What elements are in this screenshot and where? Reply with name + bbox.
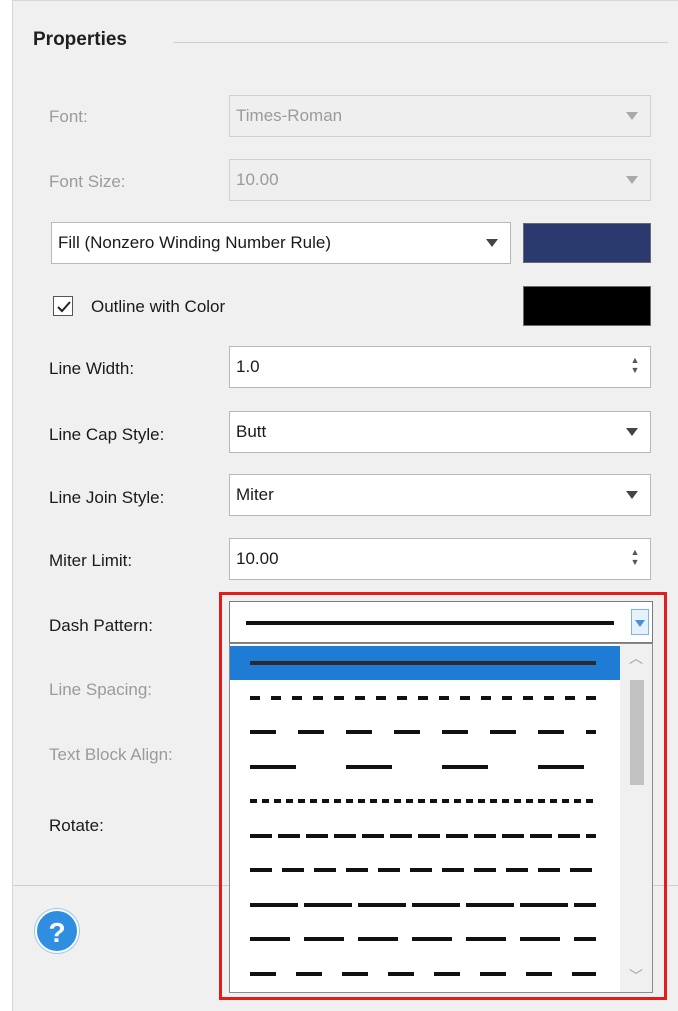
dash-pattern-select[interactable] — [229, 601, 653, 643]
dash-line — [250, 937, 596, 941]
dash-line — [250, 799, 596, 803]
dash-pattern-option[interactable] — [230, 922, 620, 956]
font-value: Times-Roman — [236, 106, 343, 125]
help-icon[interactable]: ? — [35, 909, 79, 953]
spinner-icon[interactable]: ▲ ▼ — [630, 547, 640, 571]
miter-limit-input[interactable]: 10.00 ▲ ▼ — [229, 538, 651, 580]
chevron-down-icon — [626, 176, 638, 184]
dash-line — [250, 833, 596, 838]
chevron-down-icon — [626, 428, 638, 436]
font-size-value: 10.00 — [236, 170, 279, 189]
line-width-label: Line Width: — [49, 359, 135, 378]
outline-label: Outline with Color — [91, 297, 226, 316]
scroll-down-icon[interactable]: ﹀ — [628, 969, 644, 983]
outline-checkbox[interactable] — [53, 296, 73, 316]
font-size-label: Font Size: — [49, 172, 126, 191]
dash-pattern-option[interactable] — [230, 784, 620, 818]
dash-line — [250, 764, 596, 769]
miter-limit-value: 10.00 — [236, 549, 279, 568]
text-block-align-label: Text Block Align: — [49, 745, 173, 764]
fill-rule-select[interactable]: Fill (Nonzero Winding Number Rule) — [51, 222, 511, 264]
spinner-icon[interactable]: ▲ ▼ — [630, 355, 640, 379]
font-label: Font: — [49, 107, 88, 126]
dropdown-button[interactable] — [631, 609, 649, 635]
fill-rule-value: Fill (Nonzero Winding Number Rule) — [58, 233, 332, 252]
chevron-down-icon — [486, 239, 498, 247]
dash-pattern-option[interactable] — [230, 819, 620, 853]
dash-line — [250, 730, 596, 734]
dash-line — [250, 661, 596, 665]
fill-color-swatch[interactable] — [523, 223, 651, 263]
scrollbar-thumb[interactable] — [630, 680, 644, 785]
dash-line — [250, 902, 596, 907]
line-join-select[interactable]: Miter — [229, 474, 651, 516]
dash-pattern-option[interactable] — [230, 750, 620, 784]
line-join-value: Miter — [236, 485, 274, 504]
font-size-select[interactable]: 10.00 — [229, 159, 651, 201]
line-width-value: 1.0 — [236, 357, 260, 376]
outline-color-swatch[interactable] — [523, 286, 651, 326]
line-cap-label: Line Cap Style: — [49, 425, 165, 444]
group-title: Properties — [33, 29, 127, 50]
dash-pattern-option[interactable] — [230, 888, 620, 922]
checkmark-icon — [57, 301, 71, 313]
line-cap-value: Butt — [236, 422, 267, 441]
line-cap-select[interactable]: Butt — [229, 411, 651, 453]
chevron-down-icon — [626, 491, 638, 499]
dash-line — [250, 868, 596, 872]
dash-pattern-option[interactable] — [230, 853, 620, 887]
scroll-up-icon[interactable]: ︿ — [628, 651, 644, 665]
dash-pattern-current — [246, 621, 614, 625]
line-width-input[interactable]: 1.0 ▲ ▼ — [229, 346, 651, 388]
font-select[interactable]: Times-Roman — [229, 95, 651, 137]
dash-pattern-option[interactable] — [230, 681, 620, 715]
dash-pattern-option[interactable] — [230, 957, 620, 991]
group-divider — [173, 42, 668, 43]
dash-pattern-option[interactable] — [230, 646, 620, 680]
properties-panel: Properties Font: Times-Roman Font Size: … — [12, 0, 678, 1011]
miter-limit-label: Miter Limit: — [49, 551, 133, 570]
dash-line — [250, 971, 596, 976]
dash-line — [250, 695, 596, 700]
dash-pattern-option[interactable] — [230, 715, 620, 749]
scrollbar[interactable]: ︿ ﹀ — [620, 644, 652, 992]
chevron-down-icon — [626, 112, 638, 120]
rotate-label: Rotate: — [49, 816, 104, 835]
dash-pattern-label: Dash Pattern: — [49, 616, 153, 635]
line-spacing-label: Line Spacing: — [49, 680, 153, 699]
chevron-down-icon — [635, 620, 645, 627]
line-join-label: Line Join Style: — [49, 488, 165, 507]
dash-pattern-list[interactable]: ︿ ﹀ — [229, 643, 653, 993]
